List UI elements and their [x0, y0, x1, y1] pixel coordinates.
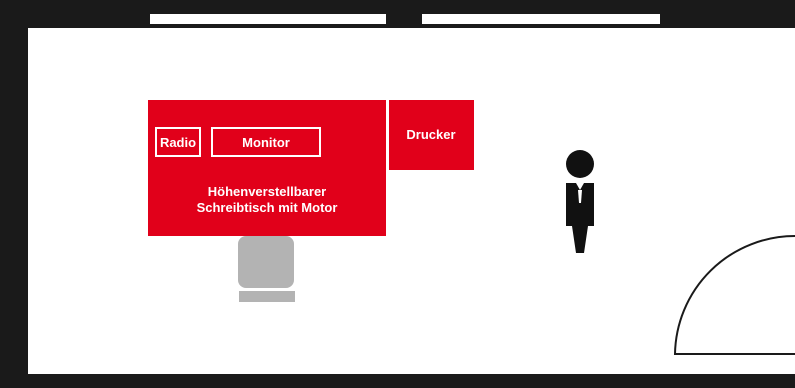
desk-label-line2: Schreibtisch mit Motor: [197, 200, 338, 215]
window-left: [150, 14, 386, 24]
chair-seat: [238, 236, 294, 288]
monitor-label: Monitor: [242, 135, 290, 150]
desk-label-line1: Höhenverstellbarer: [208, 184, 327, 199]
chair-icon: [238, 236, 295, 302]
radio-label: Radio: [160, 135, 196, 150]
floor-plan: Radio Monitor Höhenverstellbarer Schreib…: [0, 0, 795, 388]
printer-label: Drucker: [406, 127, 455, 142]
chair-back: [239, 291, 295, 302]
desk: [148, 100, 386, 236]
window-right: [422, 14, 660, 24]
